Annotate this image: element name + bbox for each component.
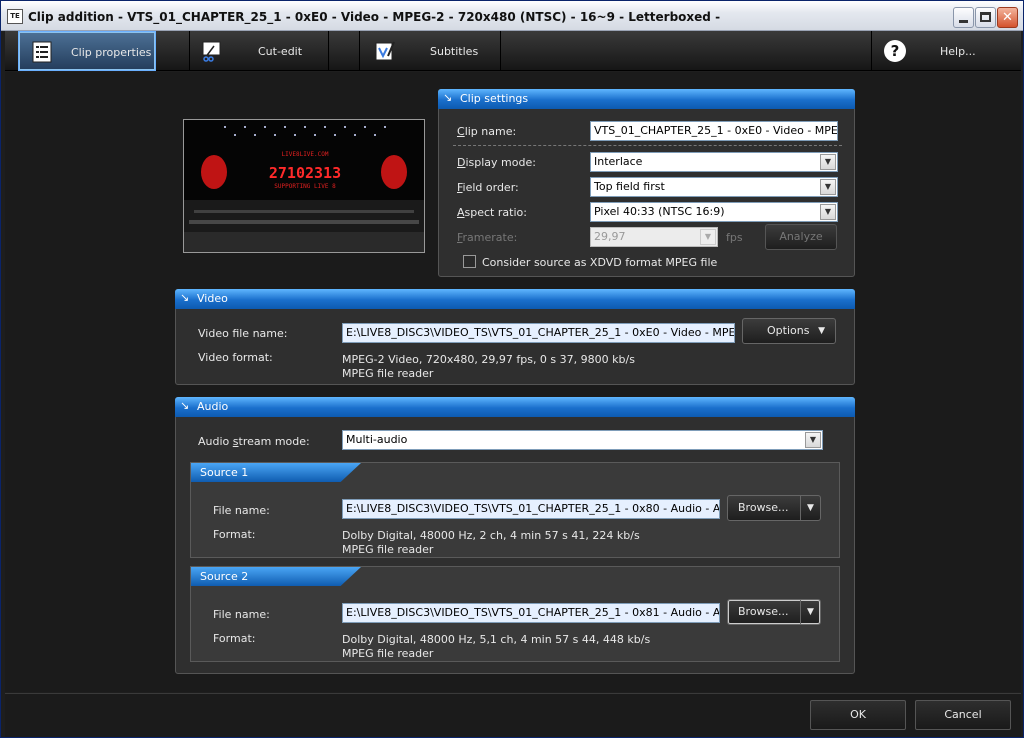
display-mode-select[interactable]: Interlace ▼ bbox=[590, 152, 838, 172]
preview-top-text: LIVE8LIVE.COM bbox=[282, 151, 329, 158]
chevron-down-icon: ▼ bbox=[820, 154, 836, 170]
source-2-format-label: Format: bbox=[213, 632, 256, 645]
app-icon: TE bbox=[7, 9, 23, 24]
source-2-format-line2: MPEG file reader bbox=[342, 647, 434, 660]
options-button[interactable]: Options ▼ bbox=[742, 318, 836, 344]
title-bar[interactable]: TE Clip addition - VTS_01_CHAPTER_25_1 -… bbox=[1, 1, 1023, 31]
field-order-value: Top field first bbox=[594, 180, 665, 193]
video-file-name-input[interactable]: E:\LIVE8_DISC3\VIDEO_TS\VTS_01_CHAPTER_2… bbox=[342, 323, 735, 343]
video-title: Video bbox=[197, 292, 228, 305]
clip-name-input[interactable]: VTS_01_CHAPTER_25_1 - 0xE0 - Video - MPE… bbox=[590, 121, 838, 141]
chevron-down-icon: ▼ bbox=[820, 179, 836, 195]
chevron-down-icon[interactable]: ▼ bbox=[800, 496, 820, 520]
source-1-file-name-input[interactable]: E:\LIVE8_DISC3\VIDEO_TS\VTS_01_CHAPTER_2… bbox=[342, 499, 720, 519]
preview-number: 27102313 bbox=[269, 164, 341, 182]
clip-settings-panel: ↘ Clip settings Clip name: VTS_01_CHAPTER… bbox=[438, 89, 855, 277]
video-preview: LIVE8LIVE.COM 27102313 SUPPORTING LIVE 8 bbox=[183, 119, 425, 253]
source-1-format-label: Format: bbox=[213, 528, 256, 541]
video-format-line2: MPEG file reader bbox=[342, 367, 434, 380]
tab-cut-edit[interactable]: Cut-edit bbox=[189, 31, 329, 71]
clip-settings-title: Clip settings bbox=[460, 92, 529, 105]
preview-bottom-text: SUPPORTING LIVE 8 bbox=[274, 183, 336, 190]
chevron-down-icon[interactable]: ▼ bbox=[800, 600, 820, 624]
source-1-browse-button[interactable]: Browse... ▼ bbox=[727, 495, 821, 521]
display-mode-value: Interlace bbox=[594, 155, 643, 168]
window-title: Clip addition - VTS_01_CHAPTER_25_1 - 0x… bbox=[28, 10, 721, 24]
tab-label: Cut-edit bbox=[258, 45, 303, 58]
browse-label: Browse... bbox=[738, 605, 789, 618]
ok-button[interactable]: OK bbox=[810, 700, 906, 730]
audio-title: Audio bbox=[197, 400, 229, 413]
main-area: LIVE8LIVE.COM 27102313 SUPPORTING LIVE 8… bbox=[5, 72, 1021, 692]
tab-subtitles[interactable]: Subtitles bbox=[359, 31, 501, 71]
help-button[interactable]: ? Help... bbox=[871, 31, 1009, 71]
analyze-button: Analyze bbox=[765, 224, 837, 250]
browse-label: Browse... bbox=[738, 501, 789, 514]
video-panel: ↘ Video Video file name: E:\LIVE8_DISC3\V… bbox=[175, 289, 855, 385]
help-label: Help... bbox=[940, 45, 976, 58]
toolbar: Clip properties Cut-edit Subtitles ? Hel… bbox=[5, 31, 1021, 71]
chevron-down-icon: ▼ bbox=[805, 432, 821, 448]
xdvd-label: Consider source as XDVD format MPEG file bbox=[482, 256, 718, 269]
audio-stream-mode-label: Audio stream mode: bbox=[198, 435, 310, 448]
framerate-label: Framerate: bbox=[457, 231, 518, 244]
tab-label: Subtitles bbox=[430, 45, 479, 58]
options-label: Options bbox=[767, 324, 810, 337]
field-order-select[interactable]: Top field first ▼ bbox=[590, 177, 838, 197]
video-header[interactable]: ↘ Video bbox=[175, 289, 855, 309]
source-1-format-line1: Dolby Digital, 48000 Hz, 2 ch, 4 min 57 … bbox=[342, 529, 640, 542]
dialog-footer: OK Cancel bbox=[5, 693, 1021, 737]
collapse-arrow-icon: ↘ bbox=[180, 399, 190, 412]
clip-name-label: Clip name: bbox=[457, 125, 517, 138]
cancel-button[interactable]: Cancel bbox=[915, 700, 1011, 730]
clip-properties-icon bbox=[32, 41, 52, 63]
close-icon: ✕ bbox=[1002, 10, 1013, 25]
source-2-file-name-label: File name: bbox=[213, 608, 270, 621]
aspect-ratio-value: Pixel 40:33 (NTSC 16:9) bbox=[594, 205, 725, 218]
video-format-line1: MPEG-2 Video, 720x480, 29,97 fps, 0 s 37… bbox=[342, 353, 635, 366]
display-mode-label: Display mode: bbox=[457, 156, 536, 169]
audio-panel: ↘ Audio Audio stream mode: Multi-audio ▼ S… bbox=[175, 397, 855, 674]
source-2-browse-button[interactable]: Browse... ▼ bbox=[727, 599, 821, 625]
audio-stream-mode-select[interactable]: Multi-audio ▼ bbox=[342, 430, 823, 450]
source-2-group: Source 2 File name: E:\LIVE8_DISC3\VIDEO… bbox=[190, 566, 840, 662]
help-icon: ? bbox=[884, 40, 906, 62]
close-button[interactable]: ✕ bbox=[997, 7, 1018, 28]
source-2-header: Source 2 bbox=[191, 567, 361, 586]
chevron-down-icon: ▼ bbox=[820, 204, 836, 220]
chevron-down-icon: ▼ bbox=[818, 326, 825, 336]
tab-label: Clip properties bbox=[71, 46, 152, 59]
subtitles-icon bbox=[375, 41, 395, 61]
maximize-icon bbox=[980, 12, 991, 22]
framerate-value: 29,97 bbox=[594, 230, 626, 243]
source-1-file-name-label: File name: bbox=[213, 504, 270, 517]
framerate-unit: fps bbox=[726, 231, 743, 244]
tab-clip-properties[interactable]: Clip properties bbox=[18, 31, 156, 71]
source-1-format-line2: MPEG file reader bbox=[342, 543, 434, 556]
video-format-label: Video format: bbox=[198, 351, 273, 364]
clip-settings-header[interactable]: ↘ Clip settings bbox=[438, 89, 855, 109]
collapse-arrow-icon: ↘ bbox=[180, 291, 190, 304]
maximize-button[interactable] bbox=[975, 7, 996, 28]
minimize-icon bbox=[959, 20, 968, 23]
framerate-select: 29,97 ▼ bbox=[590, 227, 718, 247]
minimize-button[interactable] bbox=[953, 7, 974, 28]
clip-addition-window: TE Clip addition - VTS_01_CHAPTER_25_1 -… bbox=[0, 0, 1024, 738]
video-file-name-label: Video file name: bbox=[198, 327, 288, 340]
source-1-group: Source 1 File name: E:\LIVE8_DISC3\VIDEO… bbox=[190, 462, 840, 558]
field-order-label: Field order: bbox=[457, 181, 519, 194]
cut-edit-icon bbox=[202, 41, 221, 62]
aspect-ratio-label: Aspect ratio: bbox=[457, 206, 527, 219]
preview-image: LIVE8LIVE.COM 27102313 SUPPORTING LIVE 8 bbox=[184, 120, 424, 252]
audio-header[interactable]: ↘ Audio bbox=[175, 397, 855, 417]
audio-stream-mode-value: Multi-audio bbox=[346, 433, 408, 446]
source-1-header: Source 1 bbox=[191, 463, 361, 482]
separator bbox=[453, 145, 842, 146]
aspect-ratio-select[interactable]: Pixel 40:33 (NTSC 16:9) ▼ bbox=[590, 202, 838, 222]
xdvd-checkbox[interactable] bbox=[463, 255, 476, 268]
source-2-file-name-input[interactable]: E:\LIVE8_DISC3\VIDEO_TS\VTS_01_CHAPTER_2… bbox=[342, 603, 720, 623]
chevron-down-icon: ▼ bbox=[700, 229, 716, 245]
collapse-arrow-icon: ↘ bbox=[443, 91, 453, 104]
source-2-format-line1: Dolby Digital, 48000 Hz, 5,1 ch, 4 min 5… bbox=[342, 633, 651, 646]
